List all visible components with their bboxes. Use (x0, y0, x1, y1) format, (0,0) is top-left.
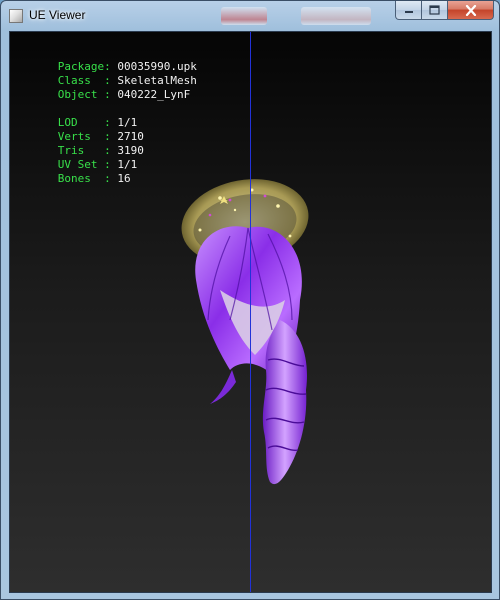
close-icon (465, 4, 476, 16)
title-bar-glass-decoration (221, 7, 267, 25)
3d-viewport[interactable]: Package: 00035990.upk Class : SkeletalMe… (9, 31, 492, 593)
app-window-icon (9, 9, 23, 23)
info-bones-value: 16 (117, 172, 131, 185)
minimize-button[interactable] (395, 1, 422, 20)
maximize-button[interactable] (422, 1, 448, 20)
window-controls (395, 1, 494, 21)
close-button[interactable] (448, 1, 494, 20)
maximize-icon (429, 5, 440, 15)
window-title: UE Viewer (29, 8, 86, 22)
info-bones: Bones : 16 (18, 158, 131, 200)
info-object-value: 040222_LynF (117, 88, 191, 101)
vertical-axis-line (250, 32, 251, 592)
title-bar[interactable]: UE Viewer (1, 1, 499, 31)
ue-viewer-window: UE Viewer Package: 00035990.upk Class: … (0, 0, 500, 600)
title-bar-glass-decoration (301, 7, 371, 25)
info-bones-key: Bones : (57, 172, 111, 185)
minimize-icon (404, 11, 413, 13)
info-object-key: Object : (57, 88, 111, 101)
